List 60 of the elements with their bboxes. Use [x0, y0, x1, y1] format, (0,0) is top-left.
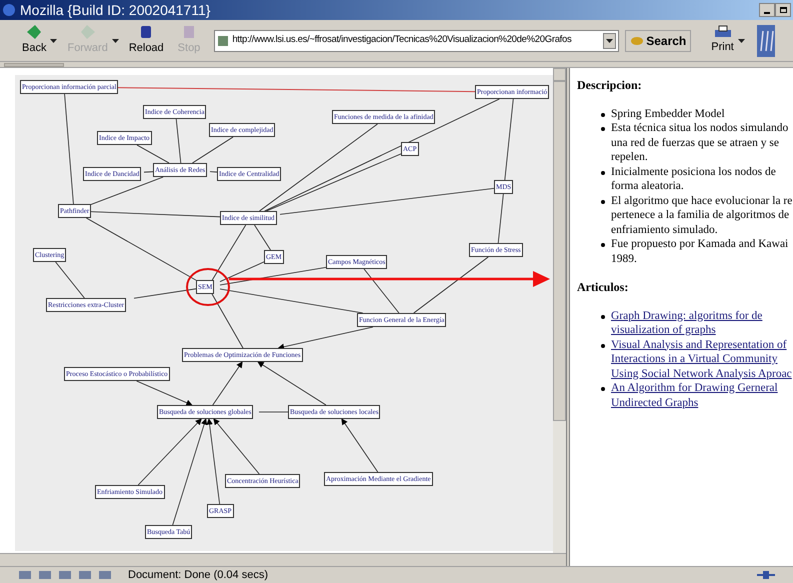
arrow-connector [136, 380, 193, 406]
restore-icon [780, 7, 786, 13]
description-text: Spring Embedder Model [611, 106, 725, 121]
description-text: Esta técnica situa los nodos simulando una red de fuerzas que se atraen y se repelen. [611, 121, 788, 164]
toolbar-grip[interactable] [4, 62, 64, 66]
minimize-button[interactable] [759, 3, 775, 17]
arrow-connector [212, 361, 243, 406]
caret-icon [50, 38, 58, 42]
bullet-icon [601, 170, 605, 174]
article-link[interactable]: An Algorithm for Drawing Gerneral Undirected Graphs [611, 381, 778, 410]
connector-line [210, 171, 218, 172]
caret-icon [112, 38, 119, 42]
section-heading: Articulos: [577, 280, 628, 294]
toolbar-button[interactable]: Back [18, 24, 48, 57]
bullet-icon [601, 314, 605, 318]
bullet-icon [601, 112, 605, 116]
vertical-scrollbar[interactable] [553, 68, 566, 553]
print-button[interactable]: Print [711, 25, 735, 56]
status-component-icon[interactable] [18, 569, 32, 581]
connection-icon [757, 570, 775, 580]
search-button[interactable]: Search [625, 30, 692, 52]
bullet-icon [601, 344, 605, 348]
status-component-icon[interactable] [58, 569, 72, 581]
window-title: Mozilla {Build ID: 2002041711} [20, 0, 210, 20]
url-text: http://www.lsi.us.es/~ffrosat/investigacion/Tecnicas%20Visualizacion%20de%20Grafos [232, 33, 572, 48]
connector-line [192, 136, 234, 164]
toolbar-button[interactable]: Reload [124, 24, 168, 57]
connector-line [176, 118, 182, 164]
caret-icon [738, 38, 745, 42]
printer-icon [714, 25, 732, 40]
connector-line [136, 144, 170, 164]
article-link[interactable]: Graph Drawing: algoritms for de visualization of graphs [611, 308, 762, 338]
arrow-connector [257, 362, 326, 406]
status-text: Document: Done (0.04 secs) [128, 568, 268, 583]
description-text: Inicialmente posiciona los nodos de forma aleatoria. [611, 164, 776, 194]
bullet-icon [601, 200, 605, 204]
status-component-icon[interactable] [78, 569, 92, 581]
status-component-icon[interactable] [38, 569, 52, 581]
section-heading: Descripcion: [577, 78, 642, 92]
restore-button[interactable] [775, 3, 791, 17]
connector-line [254, 224, 271, 250]
bullet-icon [601, 243, 605, 247]
connector-line [134, 288, 196, 299]
arrow-connector [341, 418, 378, 472]
status-component-icon[interactable] [98, 569, 112, 581]
caret-icon [606, 38, 614, 42]
page-icon [217, 34, 230, 47]
bullet-icon [601, 387, 605, 391]
connector-line [144, 171, 154, 173]
minimize-icon [764, 12, 770, 14]
app-icon [2, 3, 16, 17]
article-link[interactable]: Visual Analysis and Representation of Interactions in a Virtual Community Using Social Network Analysis Aproac [611, 338, 792, 381]
description-text: El algoritmo que hace evolucionar la re pertenece a la familia de algoritmos de enfriamiento simulado. [611, 194, 792, 237]
back-arrow-icon [25, 24, 44, 40]
url-field[interactable]: http://www.lsi.us.es/~ffrosat/investigacion/Tecnicas%20Visualizacion%20de%20Grafos [214, 30, 620, 52]
forward-arrow-icon [78, 24, 97, 40]
description-text: Fue propuesto por Kamada and Kawai 1989. [611, 237, 788, 266]
logo-icon [756, 24, 775, 56]
bullet-icon [601, 127, 605, 131]
dropdown-button[interactable] [603, 32, 616, 48]
